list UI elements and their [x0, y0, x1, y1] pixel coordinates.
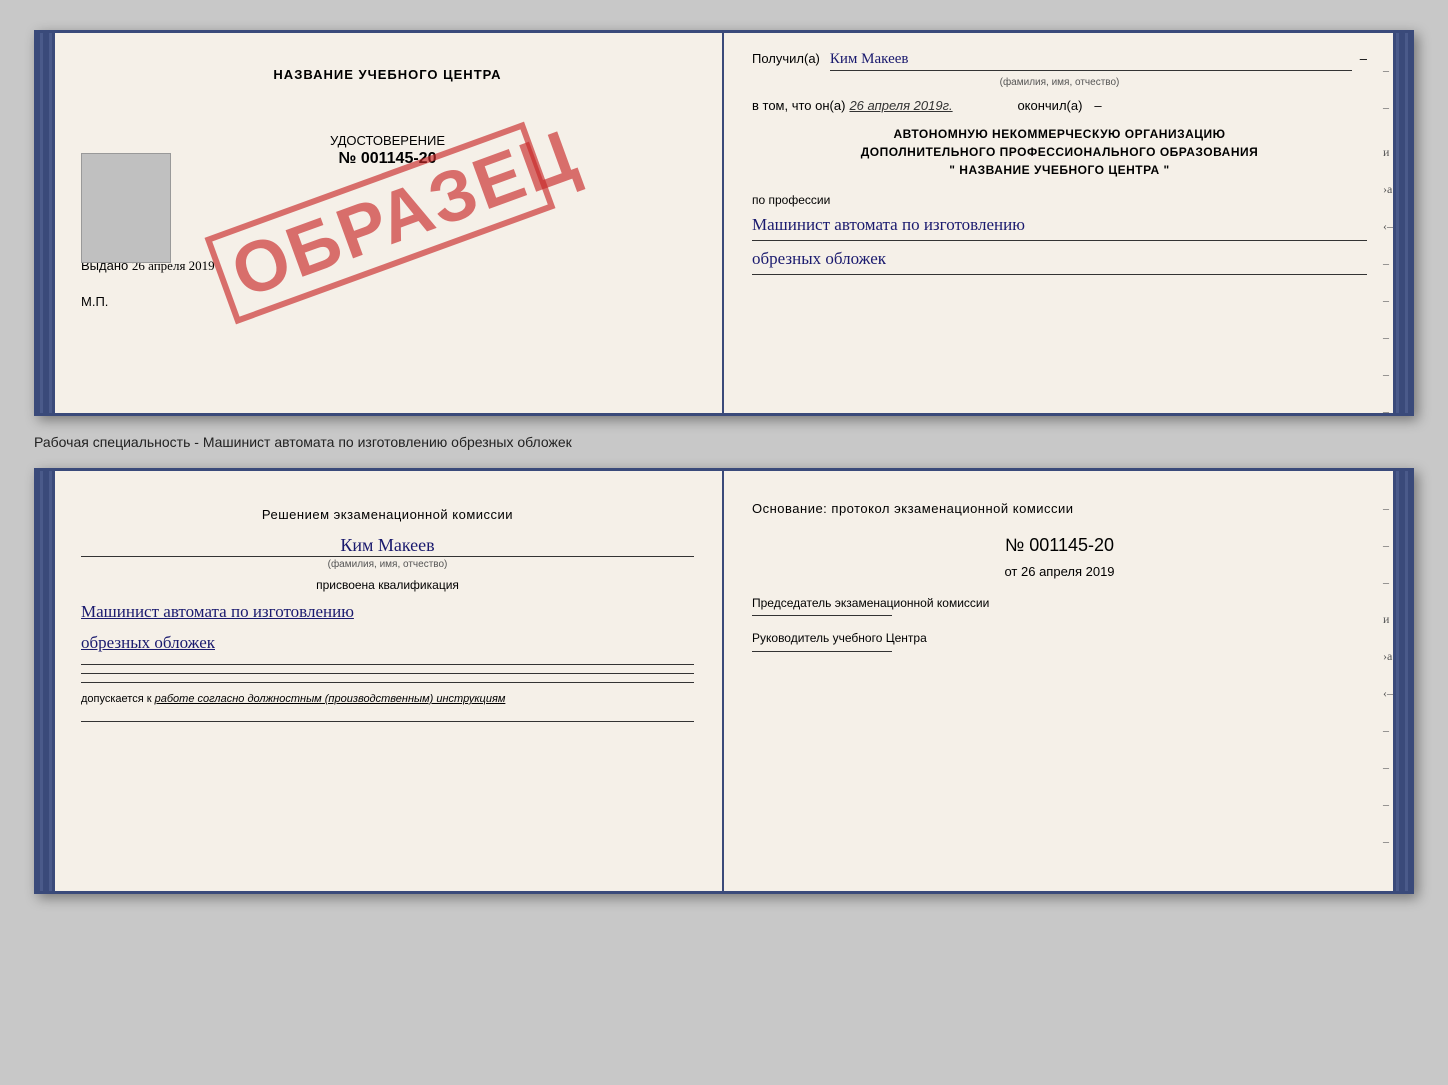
bottom-line-1 — [81, 664, 694, 665]
cert-title: НАЗВАНИЕ УЧЕБНОГО ЦЕНТРА — [81, 67, 694, 82]
profession-value-1: Машинист автомата по изготовлению — [752, 211, 1367, 241]
top-doc-left: НАЗВАНИЕ УЧЕБНОГО ЦЕНТРА УДОСТОВЕРЕНИЕ №… — [37, 33, 724, 413]
bottom-assigned: присвоена квалификация — [81, 578, 694, 592]
description-text: Рабочая специальность - Машинист автомат… — [34, 434, 1414, 450]
bottom-basis: Основание: протокол экзаменационной коми… — [752, 499, 1367, 519]
top-document: НАЗВАНИЕ УЧЕБНОГО ЦЕНТРА УДОСТОВЕРЕНИЕ №… — [34, 30, 1414, 416]
bottom-dopusk: допускается к работе согласно должностны… — [81, 693, 694, 705]
mp-label: М.П. — [81, 294, 694, 309]
in-that-row: в том, что он(а) 26 апреля 2019г. окончи… — [752, 98, 1367, 115]
name-sub: (фамилия, имя, отчество) — [752, 77, 1367, 88]
cert-issued: Выдано 26 апреля 2019 — [81, 258, 694, 274]
bottom-doc-left: Решением экзаменационной комиссии Ким Ма… — [37, 471, 724, 891]
cert-label: УДОСТОВЕРЕНИЕ — [81, 132, 694, 150]
bottom-line-3 — [81, 682, 694, 683]
bottom-doc-right: Основание: протокол экзаменационной коми… — [724, 471, 1411, 891]
photo-placeholder — [81, 153, 171, 263]
bottom-profession-2: обрезных обложек — [81, 629, 694, 656]
bottom-decision: Решением экзаменационной комиссии — [81, 505, 694, 525]
bottom-protocol-number: № 001145-20 — [752, 535, 1367, 556]
bottom-name-sub: (фамилия, имя, отчество) — [81, 559, 694, 570]
cert-number: № 001145-20 — [81, 150, 694, 168]
head-signature — [752, 651, 892, 652]
chairman-label: Председатель экзаменационной комиссии — [752, 595, 1367, 612]
chairman-signature — [752, 615, 892, 616]
bottom-line-2 — [81, 673, 694, 674]
bottom-name: Ким Макеев — [81, 535, 694, 557]
side-dashes: – – и ›а ‹– – – – – – — [1383, 63, 1393, 419]
bottom-side-dashes: – – – и ›а ‹– – – – – — [1383, 501, 1393, 849]
profession-value-2: обрезных обложек — [752, 245, 1367, 275]
bottom-document: Решением экзаменационной комиссии Ким Ма… — [34, 468, 1414, 894]
org-section: АВТОНОМНУЮ НЕКОММЕРЧЕСКУЮ ОРГАНИЗАЦИЮ ДО… — [752, 125, 1367, 179]
bottom-line-4 — [81, 721, 694, 722]
received-row: Получил(а) Ким Макеев – — [752, 51, 1367, 71]
top-doc-right: Получил(а) Ким Макеев – (фамилия, имя, о… — [724, 33, 1411, 413]
profession-label: по профессии — [752, 193, 1367, 207]
bottom-date: от 26 апреля 2019 — [752, 564, 1367, 579]
head-label: Руководитель учебного Центра — [752, 630, 1367, 647]
cert-number-area: УДОСТОВЕРЕНИЕ № 001145-20 — [81, 132, 694, 168]
bottom-profession-1: Машинист автомата по изготовлению — [81, 598, 694, 625]
